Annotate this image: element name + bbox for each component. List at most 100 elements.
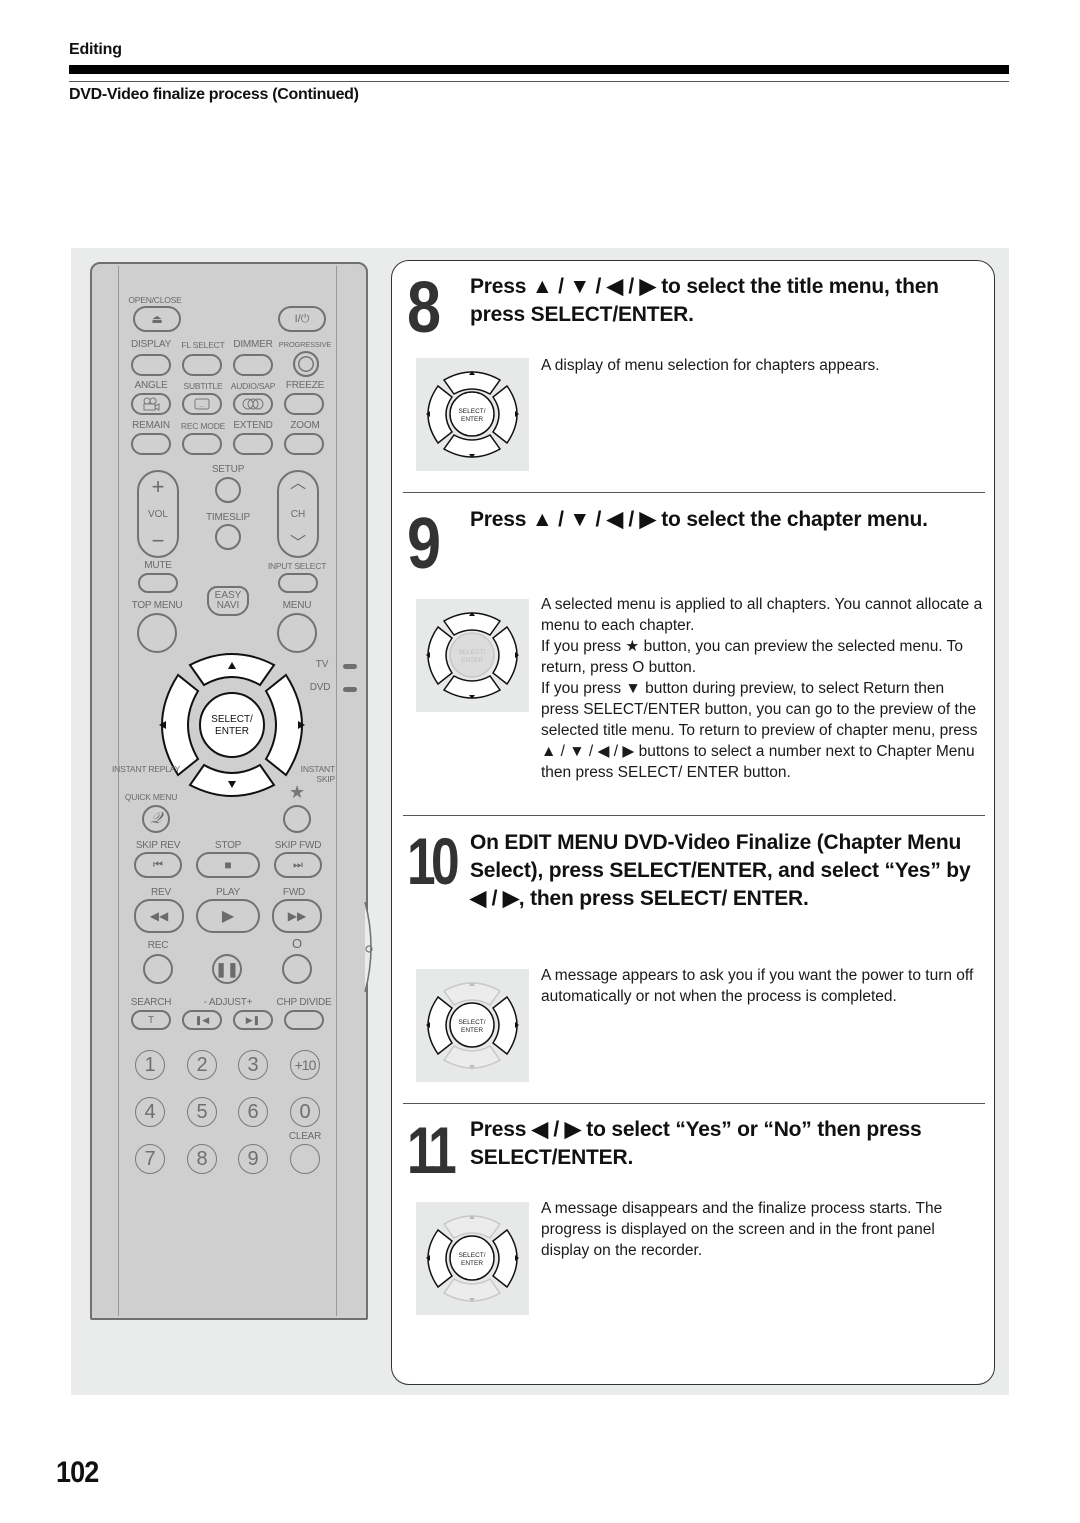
zoom-button bbox=[284, 433, 324, 455]
side-switch-icon bbox=[364, 902, 373, 992]
fwd-label: FWD bbox=[282, 887, 306, 898]
channel-down-icon: ﹀ bbox=[289, 535, 306, 552]
stop-icon: ■ bbox=[224, 858, 232, 872]
pad-center-label: SELECT/ bbox=[458, 1019, 485, 1026]
display-label: DISPLAY bbox=[130, 339, 172, 350]
audio-icon bbox=[242, 398, 264, 410]
pad-center-label: SELECT/ bbox=[458, 1252, 485, 1259]
dpad-down-button bbox=[188, 763, 276, 797]
dpad-left-button bbox=[161, 673, 200, 777]
channel-up-icon: ︿ bbox=[289, 475, 306, 492]
step-11-body: A message disappears and the finalize pr… bbox=[541, 1198, 986, 1261]
quick-menu-button: 𝒬 bbox=[142, 805, 170, 833]
mute-button bbox=[138, 573, 178, 593]
pad-center-label: ENTER bbox=[461, 657, 483, 664]
rewind-icon: ◀◀ bbox=[149, 909, 169, 923]
easy-navi-button: EASY NAVI bbox=[207, 586, 249, 616]
number-0-button: 0 bbox=[290, 1097, 320, 1127]
step-divider bbox=[403, 815, 985, 816]
timeslip-button bbox=[215, 524, 241, 550]
subtitle-icon: .... bbox=[194, 398, 210, 410]
skip-fwd-icon: ⏭ bbox=[293, 858, 303, 871]
star-button bbox=[283, 805, 311, 833]
pad-right-button bbox=[491, 625, 518, 686]
pad-up-button bbox=[442, 1215, 502, 1239]
header-thick-rule bbox=[69, 65, 1009, 74]
dpad-center-button bbox=[199, 692, 265, 758]
number-9-button: 9 bbox=[238, 1144, 268, 1174]
timeslip-label: TIMESLIP bbox=[206, 512, 250, 523]
dpad-right-button bbox=[264, 673, 303, 777]
pad-left-button bbox=[427, 1228, 454, 1289]
setup-label: SETUP bbox=[211, 464, 245, 475]
freeze-label: FREEZE bbox=[285, 380, 325, 391]
mute-label: MUTE bbox=[144, 560, 172, 571]
pad-right-button bbox=[491, 1228, 518, 1289]
pad-center-label: SELECT/ bbox=[458, 649, 485, 656]
svg-text:....: .... bbox=[198, 403, 205, 409]
rev-button: ◀◀ bbox=[134, 899, 184, 933]
step-divider bbox=[403, 492, 985, 493]
volume-down-icon: − bbox=[151, 528, 165, 553]
open-close-button: ⏏ bbox=[133, 306, 181, 332]
dpad-up-button bbox=[188, 653, 276, 687]
step-10-body: A message appears to ask you if you want… bbox=[541, 965, 986, 1007]
dimmer-button bbox=[233, 354, 273, 376]
rec-button bbox=[143, 954, 173, 984]
pad-center-label: SELECT/ bbox=[458, 408, 485, 415]
power-button: I/⏻ bbox=[278, 306, 326, 332]
number-3-button: 3 bbox=[238, 1050, 268, 1080]
number-4-button: 4 bbox=[135, 1097, 165, 1127]
volume-up-icon: + bbox=[151, 474, 165, 499]
header-thin-rule bbox=[69, 81, 1009, 82]
remote-control-illustration: OPEN/CLOSE ⏏ I/⏻ DISPLAY FL SELECT DIMME… bbox=[90, 262, 373, 1320]
step-10-heading: On EDIT MENU DVD-Video Finalize (Chapter… bbox=[470, 831, 971, 910]
channel-rocker: ︿ CH ﹀ bbox=[277, 470, 319, 558]
step-9-number: 9 bbox=[407, 504, 442, 584]
input-select-button bbox=[278, 573, 318, 593]
freeze-button bbox=[284, 393, 324, 415]
step-11-paragraph: A message disappears and the finalize pr… bbox=[541, 1200, 943, 1259]
angle-label: ANGLE bbox=[134, 380, 168, 391]
remote-stripe-right bbox=[336, 266, 337, 1316]
pad-down-button bbox=[442, 1045, 502, 1069]
skip-fwd-button: ⏭ bbox=[274, 852, 322, 878]
rec-mode-button bbox=[182, 433, 222, 455]
pad-down-button bbox=[442, 434, 502, 458]
display-button bbox=[131, 354, 171, 376]
pad-center-label: ENTER bbox=[461, 416, 483, 423]
menu-label: MENU bbox=[282, 600, 312, 611]
pad-up-button bbox=[442, 982, 502, 1006]
pad-left-button bbox=[427, 384, 454, 445]
pad-left-button bbox=[427, 995, 454, 1056]
audio-sap-button bbox=[233, 393, 273, 415]
input-select-label: INPUT SELECT bbox=[267, 561, 327, 571]
step-9-paragraph: A selected menu is applied to all chapte… bbox=[541, 596, 983, 634]
camera-icon bbox=[143, 397, 160, 411]
pad-up-button bbox=[442, 612, 502, 636]
pause-button: ❚❚ bbox=[212, 954, 242, 984]
angle-button bbox=[131, 393, 171, 415]
chp-divide-button bbox=[284, 1010, 324, 1030]
quick-menu-label: QUICK MENU bbox=[124, 792, 178, 802]
step-11-heading: Press ◀ / ▶ to select “Yes” or “No” then… bbox=[470, 1118, 922, 1169]
dvd-indicator bbox=[343, 687, 357, 692]
quick-menu-icon: 𝒬 bbox=[150, 810, 162, 827]
setup-button bbox=[215, 477, 241, 503]
fast-forward-icon: ▶▶ bbox=[287, 909, 307, 923]
step-10-paragraph: A message appears to ask you if you want… bbox=[541, 967, 974, 1005]
step-9-paragraph: If you press ▼ button during preview, to… bbox=[541, 680, 978, 781]
instant-skip-label: INSTANT SKIP bbox=[300, 764, 336, 784]
step-9-dpad-illustration: SELECT/ENTER bbox=[416, 599, 529, 712]
chp-divide-label: CHP DIVIDE bbox=[276, 997, 332, 1008]
play-button: ▶ bbox=[196, 899, 260, 933]
step-8-dpad-illustration: SELECT/ENTER bbox=[416, 358, 529, 471]
subsection-title: DVD-Video finalize process (Continued) bbox=[69, 86, 359, 103]
play-icon: ▶ bbox=[221, 908, 235, 925]
step-11-dpad-illustration: SELECT/ENTER bbox=[416, 1202, 529, 1315]
clear-button bbox=[290, 1144, 320, 1174]
stop-button: ■ bbox=[196, 852, 260, 878]
volume-rocker: + VOL − bbox=[137, 470, 179, 558]
number-7-button: 7 bbox=[135, 1144, 165, 1174]
number-8-button: 8 bbox=[187, 1144, 217, 1174]
